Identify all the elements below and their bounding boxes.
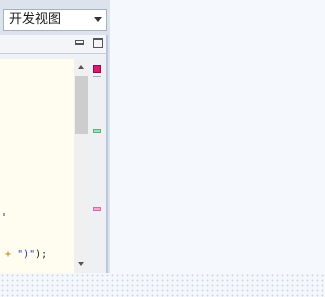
code-terminator: ); — [35, 249, 48, 260]
view-perspective-select[interactable]: 开发视图 — [3, 9, 107, 31]
view-select-label: 开发视图 — [9, 12, 62, 27]
code-fragment-mark — [3, 213, 5, 216]
code-editor[interactable]: + ")"); — [0, 59, 74, 273]
minimize-icon[interactable] — [75, 40, 84, 45]
maximize-icon[interactable] — [93, 38, 103, 48]
status-area-background — [0, 273, 325, 297]
error-marker-icon[interactable] — [93, 65, 101, 73]
editor-panel: + ")"); — [0, 35, 108, 273]
chevron-down-icon[interactable] — [94, 17, 102, 22]
overview-ruler — [89, 59, 106, 273]
panel-titlebar — [0, 35, 106, 54]
scroll-up-icon[interactable] — [78, 65, 84, 69]
code-string: ")" — [17, 249, 36, 260]
ruler-separator — [93, 76, 101, 77]
scroll-down-icon[interactable] — [78, 262, 84, 266]
info-marker-icon[interactable] — [93, 129, 101, 133]
code-operator: + — [5, 249, 12, 260]
code-line: + ")"); — [5, 249, 47, 260]
vertical-scrollbar[interactable] — [74, 59, 89, 273]
scrollbar-thumb[interactable] — [75, 76, 88, 134]
warning-marker-icon[interactable] — [93, 207, 101, 211]
